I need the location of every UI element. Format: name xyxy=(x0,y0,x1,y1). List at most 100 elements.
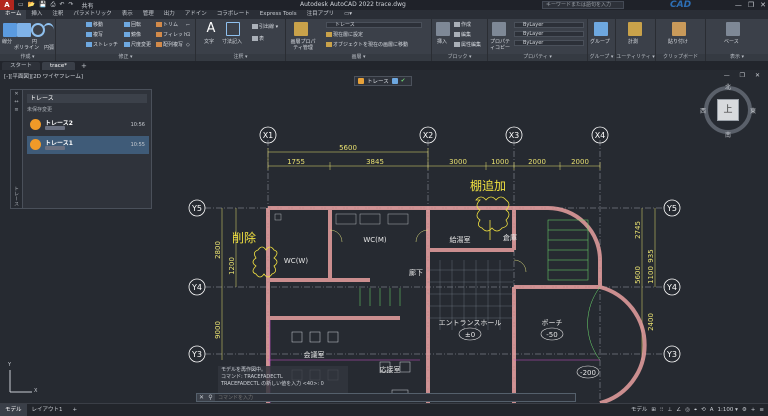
maximize-icon[interactable]: ❐ xyxy=(748,0,754,10)
palette-close-icon[interactable]: ✕ xyxy=(11,90,22,98)
panel-properties-label[interactable]: プロパティ ▾ xyxy=(488,54,587,61)
make-current-button[interactable]: 現在層に設定 xyxy=(326,32,363,38)
dimension-button[interactable]: 寸法記入 xyxy=(222,39,242,45)
text-button[interactable]: 文字 xyxy=(204,39,214,45)
grid-icon[interactable]: ⊞ xyxy=(651,404,656,416)
scale-dropdown[interactable]: 1:100 ▾ xyxy=(717,404,737,416)
base-view-button[interactable]: ベース xyxy=(724,39,739,45)
viewport-controls[interactable]: — ❐ ✕ xyxy=(724,72,764,79)
circle-button[interactable]: 円 xyxy=(32,39,37,45)
insert-block-button[interactable]: 挿入 xyxy=(437,39,447,45)
compass-west[interactable]: 西 xyxy=(700,106,706,115)
edit-attributes-button[interactable]: 属性編集 xyxy=(454,42,481,48)
palette-resize-icon[interactable]: ↔ xyxy=(11,98,22,106)
match-properties-icon[interactable] xyxy=(492,22,506,36)
trace-confirm-icon[interactable]: ✔ xyxy=(401,78,406,84)
model-tab[interactable]: モデル xyxy=(0,404,27,416)
view-cube-top-face[interactable]: 上 xyxy=(717,99,739,121)
palette-menu-icon[interactable]: ≡ xyxy=(11,106,22,114)
arc-button[interactable]: 円弧 xyxy=(44,45,54,51)
panel-utilities-label[interactable]: ユーティリティ ▾ xyxy=(616,54,655,61)
panel-draw-label[interactable]: 作成 ▾ xyxy=(0,54,55,61)
tab-express-tools[interactable]: Express Tools xyxy=(255,10,302,19)
tab-manage[interactable]: 管理 xyxy=(138,10,159,19)
text-icon[interactable]: A xyxy=(204,22,218,36)
panel-layers-label[interactable]: 画層 ▾ xyxy=(286,54,431,61)
panel-block-label[interactable]: ブロック ▾ xyxy=(432,54,487,61)
layer-properties-icon[interactable] xyxy=(294,22,308,36)
add-layout-button[interactable]: + xyxy=(68,404,83,416)
command-input[interactable] xyxy=(215,394,575,401)
polyline-icon[interactable] xyxy=(17,23,31,37)
trace-list-item[interactable]: トレース1 10:55 xyxy=(27,136,149,154)
linetype-dropdown[interactable]: ByLayer xyxy=(514,31,584,37)
app-logo-icon[interactable]: A xyxy=(0,0,14,10)
copy-button[interactable]: 複写 xyxy=(86,32,103,38)
panel-modify-label[interactable]: 修正 ▾ xyxy=(56,54,195,61)
paste-button[interactable]: 貼り付け xyxy=(668,39,688,45)
rotate-button[interactable]: 回転 xyxy=(124,22,141,28)
snap-icon[interactable]: ⁝⁝ xyxy=(660,404,664,416)
add-icon[interactable]: + xyxy=(751,404,756,416)
layer-properties-button[interactable]: 画層プロパティ管理 xyxy=(288,39,318,51)
print-icon[interactable]: ⎙ xyxy=(51,1,56,9)
cycle-icon[interactable]: ⟲ xyxy=(701,404,706,416)
command-customize-icon[interactable]: ⚲ xyxy=(206,394,215,401)
tab-view[interactable]: 表示 xyxy=(117,10,138,19)
otrack-icon[interactable]: ⌖ xyxy=(694,404,697,416)
tab-addins[interactable]: アドイン xyxy=(180,10,212,19)
tab-collaborate[interactable]: コラボレート xyxy=(212,10,255,19)
tab-output[interactable]: 出力 xyxy=(159,10,180,19)
line-button[interactable]: 線分 xyxy=(2,39,12,45)
view-cube[interactable]: 上 北 南 東 西 xyxy=(700,82,756,139)
layout-tab[interactable]: レイアウト1 xyxy=(27,404,68,416)
group-icon[interactable] xyxy=(594,22,608,36)
move-button[interactable]: 移動 xyxy=(86,22,103,28)
paste-icon[interactable] xyxy=(672,22,686,36)
group-button[interactable]: グループ xyxy=(590,39,610,45)
tab-toggle[interactable]: ▭▾ xyxy=(339,10,357,19)
dimension-icon[interactable] xyxy=(226,22,240,36)
scale-button[interactable]: 尺度変更 xyxy=(124,42,151,48)
array-button[interactable]: 配列複写 xyxy=(156,42,183,48)
tab-parametric[interactable]: パラメトリック xyxy=(68,10,116,19)
share-button[interactable]: 共有 xyxy=(82,1,94,10)
arc-icon[interactable] xyxy=(43,23,54,37)
panel-view-label[interactable]: 表示 ▾ xyxy=(706,54,768,61)
osnap-icon[interactable]: ◎ xyxy=(685,404,690,416)
workspace-gear-icon[interactable]: ⚙ xyxy=(742,404,747,416)
panel-groups-label[interactable]: グループ ▾ xyxy=(588,54,615,61)
viewport-label[interactable]: [-][平面図][2D ワイヤフレーム] xyxy=(4,72,83,80)
search-input[interactable]: キーワードまたは語句を入力 xyxy=(542,1,624,9)
tab-insert[interactable]: 挿入 xyxy=(26,10,47,19)
minimize-icon[interactable]: — xyxy=(735,0,742,10)
mirror-button[interactable]: 鏡像 xyxy=(124,32,141,38)
tab-featured-apps[interactable]: 注目アプリ xyxy=(302,10,340,19)
leader-button[interactable]: 引出線 ▾ xyxy=(252,24,278,30)
drawing-viewport[interactable]: X1 X2 X3 X4 Y5 Y4 Y3 Y5 Y4 Y3 5600 1755 … xyxy=(0,70,768,403)
line-icon[interactable] xyxy=(3,23,17,37)
edit-block-button[interactable]: 編集 xyxy=(454,32,471,38)
measure-button[interactable]: 計測 xyxy=(628,39,638,45)
redo-icon[interactable]: ↷ xyxy=(68,1,73,9)
open-file-icon[interactable]: 📂 xyxy=(28,1,35,9)
table-button[interactable]: 表 xyxy=(252,36,264,42)
match-layer-button[interactable]: オブジェクトを現在の画層に移動 xyxy=(326,42,408,48)
panel-annotation-label[interactable]: 注釈 ▾ xyxy=(196,54,285,61)
annotation-scale-icon[interactable]: A xyxy=(710,404,714,416)
trace-list-item[interactable]: トレース2 10:56 xyxy=(27,116,149,134)
tab-home[interactable]: ホーム xyxy=(0,10,27,19)
layer-dropdown[interactable]: トレース xyxy=(326,22,422,28)
polyline-button[interactable]: ポリライン xyxy=(14,45,39,51)
compass-north[interactable]: 北 xyxy=(725,82,731,91)
lineweight-dropdown[interactable]: ByLayer xyxy=(514,40,584,46)
create-block-button[interactable]: 作成 xyxy=(454,22,471,28)
modify-extra-2-button[interactable]: ⊡ xyxy=(186,32,190,38)
fillet-button[interactable]: フィレット xyxy=(156,32,188,38)
compass-east[interactable]: 東 xyxy=(750,106,756,115)
stretch-button[interactable]: ストレッチ xyxy=(86,42,118,48)
tab-annotate[interactable]: 注釈 xyxy=(47,10,68,19)
modify-extra-3-button[interactable]: ◇ xyxy=(186,42,190,48)
base-view-icon[interactable] xyxy=(726,22,740,36)
compass-south[interactable]: 南 xyxy=(725,130,731,139)
